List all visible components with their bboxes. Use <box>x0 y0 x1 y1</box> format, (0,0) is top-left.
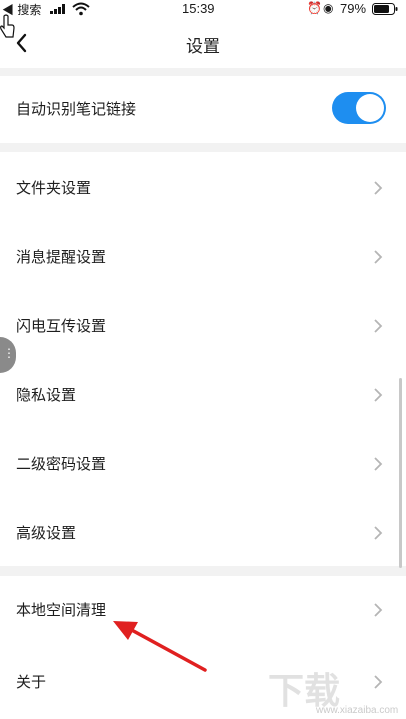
page-title: 设置 <box>186 37 220 57</box>
settings-item-label: 隐私设置 <box>16 386 77 404</box>
settings-item-storage-cleanup[interactable]: 本地空间清理 <box>0 576 406 645</box>
settings-item-label: 二级密码设置 <box>16 455 107 473</box>
handle-grip-icon: ⋮ <box>3 346 15 360</box>
settings-item-notifications[interactable]: 消息提醒设置 <box>0 223 406 292</box>
settings-item-folder[interactable]: 文件夹设置 <box>0 154 406 223</box>
settings-item-transfer[interactable]: 闪电互传设置 <box>0 292 406 361</box>
status-bar: ◀ 搜索 15:39 ⏰ ◉ 79% <box>0 0 406 18</box>
clock: 15:39 <box>182 1 215 16</box>
settings-item-label: 关于 <box>16 673 47 691</box>
chevron-right-icon <box>374 388 383 402</box>
auto-link-label: 自动识别笔记链接 <box>16 100 137 118</box>
chevron-right-icon <box>374 675 383 689</box>
bottom-list: 本地空间清理 关于 <box>0 576 406 719</box>
chevron-right-icon <box>374 526 383 540</box>
toggle-section: 自动识别笔记链接 <box>0 76 406 143</box>
settings-item-label: 高级设置 <box>16 524 77 542</box>
navigation-bar: 设置 <box>0 18 406 68</box>
watermark-url: www.xiazaiba.com <box>316 705 399 716</box>
auto-link-row[interactable]: 自动识别笔记链接 <box>0 76 406 145</box>
settings-item-secondary-password[interactable]: 二级密码设置 <box>0 430 406 499</box>
battery-icon <box>372 3 398 15</box>
chevron-right-icon <box>374 603 383 617</box>
settings-item-label: 消息提醒设置 <box>16 248 107 266</box>
chevron-right-icon <box>374 250 383 264</box>
alarm-icon: ⏰ <box>307 1 322 15</box>
chevron-right-icon <box>374 181 383 195</box>
auto-link-toggle[interactable] <box>332 92 386 124</box>
wifi-icon <box>72 2 90 16</box>
rotation-lock-icon: ◉ <box>323 1 334 15</box>
hand-cursor-icon <box>0 14 15 38</box>
settings-list: 文件夹设置 消息提醒设置 闪电互传设置 隐私设置 二级密码设置 高级设置 <box>0 152 406 566</box>
chevron-right-icon <box>374 457 383 471</box>
toggle-knob <box>356 94 384 122</box>
settings-item-label: 本地空间清理 <box>16 601 107 619</box>
battery-percentage: 79% <box>340 1 367 16</box>
settings-item-advanced[interactable]: 高级设置 <box>0 499 406 568</box>
scrollbar[interactable] <box>399 378 402 568</box>
settings-item-label: 闪电互传设置 <box>16 317 107 335</box>
settings-item-privacy[interactable]: 隐私设置 <box>0 361 406 430</box>
chevron-right-icon <box>374 319 383 333</box>
settings-item-label: 文件夹设置 <box>16 179 92 197</box>
signal-icon <box>50 4 65 14</box>
